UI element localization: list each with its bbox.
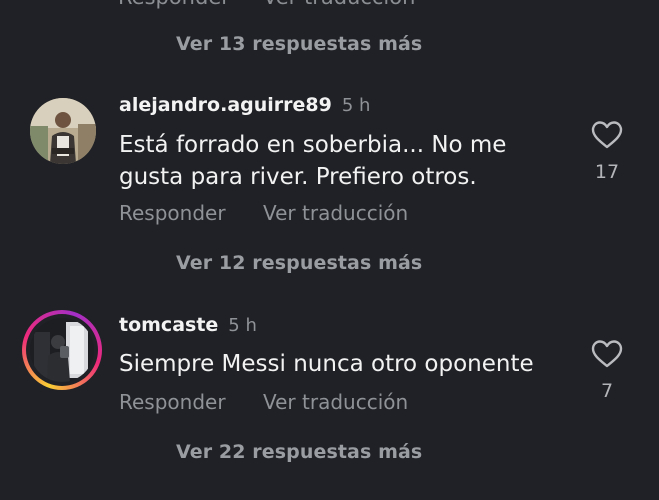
comment-text-line: Siempre Messi nunca otro oponente — [119, 351, 534, 377]
avatar-story-ring[interactable] — [22, 310, 102, 390]
view-more-replies-link[interactable]: Ver 13 respuestas más — [176, 33, 422, 55]
reply-button[interactable]: Responder — [119, 201, 226, 225]
view-more-replies-link[interactable]: Ver 22 respuestas más — [176, 441, 422, 463]
translate-button[interactable]: Ver traducción — [263, 201, 408, 225]
comment-text-line: gusta para river. Prefiero otros. — [119, 164, 477, 190]
like-button[interactable] — [591, 339, 623, 373]
comment-time: 5 h — [341, 95, 371, 116]
comment-text: Siempre Messi nunca otro oponente — [119, 348, 534, 380]
avatar[interactable] — [30, 98, 96, 164]
heart-outline-icon[interactable] — [591, 120, 623, 150]
like-count: 17 — [594, 161, 620, 183]
comment-text: Está forrado en soberbia... No me gusta … — [119, 129, 506, 193]
translate-button-partial[interactable]: Ver traducción — [263, 0, 415, 8]
comment-time: 5 h — [228, 315, 257, 336]
comment-username[interactable]: alejandro.aguirre89 5 h — [119, 94, 370, 116]
heart-outline-icon[interactable] — [591, 339, 623, 369]
reply-button-partial[interactable]: Responder — [118, 0, 230, 8]
username-text[interactable]: alejandro.aguirre89 — [119, 94, 332, 116]
view-more-replies-link[interactable]: Ver 12 respuestas más — [176, 252, 422, 274]
avatar-photo — [30, 98, 96, 164]
like-button[interactable] — [591, 120, 623, 154]
comment-text-line: Está forrado en soberbia... No me — [119, 132, 507, 158]
reply-button[interactable]: Responder — [119, 390, 226, 414]
translate-button[interactable]: Ver traducción — [263, 390, 408, 414]
comment-username[interactable]: tomcaste 5 h — [119, 314, 257, 336]
username-text[interactable]: tomcaste — [119, 314, 218, 336]
avatar[interactable] — [30, 318, 94, 382]
avatar-photo — [30, 318, 94, 382]
like-count: 7 — [600, 380, 614, 402]
